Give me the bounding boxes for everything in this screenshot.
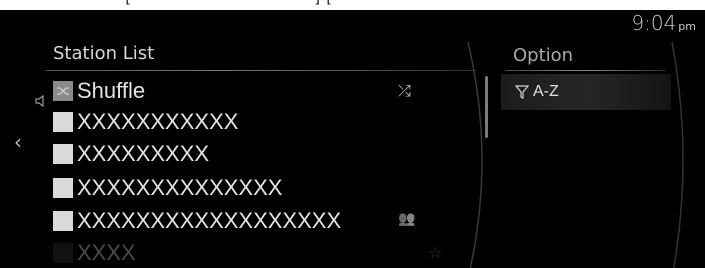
station-label: XXXXXXXXX [77,141,210,166]
station-thumbnail [53,211,73,231]
station-list-title: Station List [53,43,155,64]
station-row-shuffle[interactable]: Shuffle ⤮ [53,74,433,108]
station-thumbnail [53,144,73,164]
option-sort-a-z[interactable]: A-Z [501,74,671,110]
head-unit-screen: 9:04 pm Station List ‹ Shuffle ⤮ XXXXXXXX… [0,10,705,268]
station-row[interactable]: XXXXXXXXX [53,137,433,171]
station-label: XXXXXXXXXXXXXX [77,175,283,200]
people-icon: 👥 [398,211,416,227]
station-thumbnail [53,243,73,263]
station-label: Shuffle [77,78,146,103]
right-edge-arc [671,41,684,268]
station-thumbnail [53,112,73,132]
filter-icon [515,85,529,99]
top-strip: — — — [—— — —— —— —— — ] [ [0,0,705,10]
clock-time: 9:04 [631,11,677,35]
station-row[interactable]: XXXXXXXXXXXXXX [53,171,433,205]
station-thumbnail [53,178,73,198]
shuffle-thumb-icon [57,87,69,95]
panel-divider-arc [467,41,483,268]
station-row-partial[interactable]: XXXX ☆ [53,236,442,268]
scrollbar-thumb[interactable] [485,76,488,138]
title-divider [46,70,476,71]
station-label: XXXXXXXXXXXXXXXXXX [77,208,342,233]
shuffle-icon: ⤮ [398,81,411,100]
option-divider [505,70,665,71]
station-label: XXXX [77,240,136,265]
shuffle-thumbnail [53,81,73,101]
cropped-header-fragment: — — — [—— — —— —— —— — ] [ [64,0,333,7]
station-label: XXXXXXXXXXX [77,109,239,134]
speaker-icon [35,94,44,108]
option-title: Option [513,45,574,66]
clock: 9:04 pm [631,11,696,35]
option-label: A-Z [533,83,559,100]
back-chevron-icon[interactable]: ‹ [14,130,22,154]
station-row[interactable]: XXXXXXXXXXXXXXXXXX 👥 [53,204,433,238]
star-icon[interactable]: ☆ [428,243,442,262]
clock-ampm: pm [678,20,696,33]
station-row[interactable]: XXXXXXXXXXX [53,105,433,139]
